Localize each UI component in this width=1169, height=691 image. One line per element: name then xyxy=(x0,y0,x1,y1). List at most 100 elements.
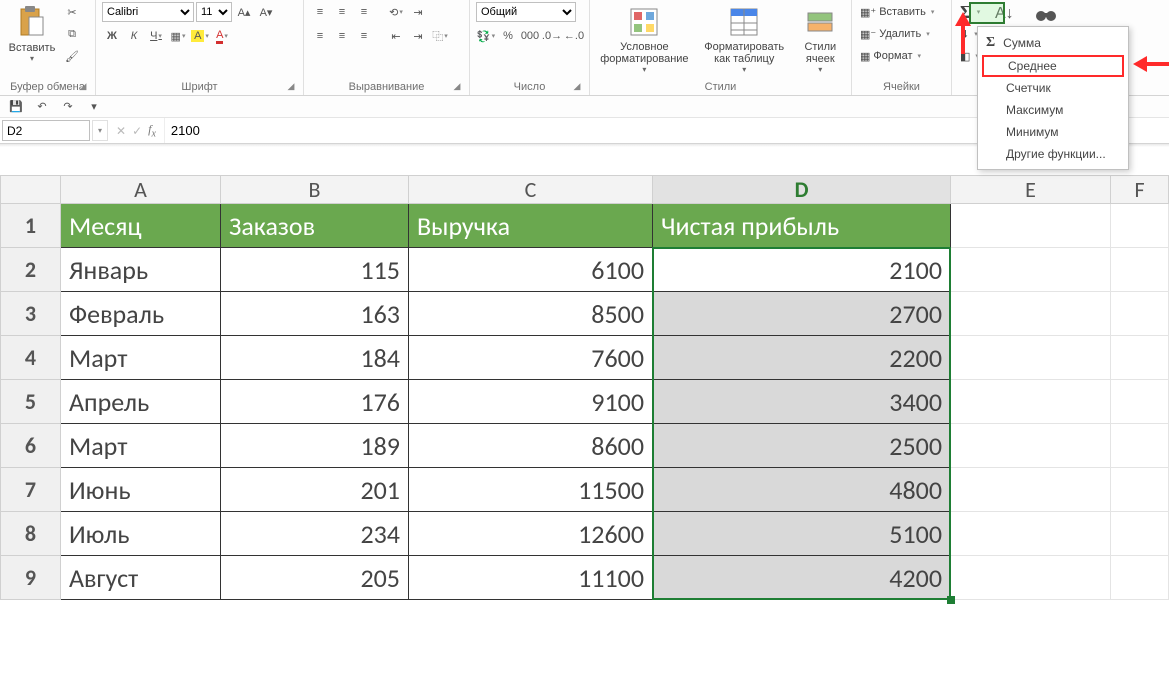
cell-E2[interactable] xyxy=(951,248,1111,292)
cell-B1[interactable]: Заказов xyxy=(221,204,409,248)
col-header-F[interactable]: F xyxy=(1111,176,1169,204)
row-header-4[interactable]: 4 xyxy=(1,336,61,380)
orientation-button[interactable]: ⟲ xyxy=(386,2,406,22)
cell-D9[interactable]: 4200 xyxy=(653,556,951,600)
col-header-C[interactable]: C xyxy=(409,176,653,204)
cell-D6[interactable]: 2500 xyxy=(653,424,951,468)
qat-save-button[interactable]: 💾 xyxy=(6,98,26,116)
cell-A5[interactable]: Апрель xyxy=(61,380,221,424)
cell-C6[interactable]: 8600 xyxy=(409,424,653,468)
row-header-7[interactable]: 7 xyxy=(1,468,61,512)
cell-B4[interactable]: 184 xyxy=(221,336,409,380)
menu-item-average[interactable]: Среднее xyxy=(982,55,1124,77)
cell-B6[interactable]: 189 xyxy=(221,424,409,468)
worksheet-grid[interactable]: A B C D E F 1 Месяц Заказов Выручка Чист… xyxy=(0,175,1169,600)
cut-button[interactable]: ✂ xyxy=(62,2,82,22)
cell-F4[interactable] xyxy=(1111,336,1169,380)
italic-button[interactable]: К xyxy=(124,26,144,46)
col-header-B[interactable]: B xyxy=(221,176,409,204)
row-header-2[interactable]: 2 xyxy=(1,248,61,292)
decrease-font-button[interactable]: A▾ xyxy=(256,2,276,22)
cell-C5[interactable]: 9100 xyxy=(409,380,653,424)
decrease-decimal-button[interactable]: ←.0 xyxy=(564,26,584,46)
cell-D7[interactable]: 4800 xyxy=(653,468,951,512)
sort-filter-button[interactable]: A↓ xyxy=(992,2,1016,26)
cell-A4[interactable]: Март xyxy=(61,336,221,380)
qat-customize-button[interactable]: ▾ xyxy=(84,98,104,116)
cell-A9[interactable]: Август xyxy=(61,556,221,600)
cell-styles-button[interactable]: Стили ячеек▾ xyxy=(796,2,845,74)
cell-E3[interactable] xyxy=(951,292,1111,336)
cell-B8[interactable]: 234 xyxy=(221,512,409,556)
cell-E1[interactable] xyxy=(951,204,1111,248)
row-header-3[interactable]: 3 xyxy=(1,292,61,336)
cell-A3[interactable]: Февраль xyxy=(61,292,221,336)
align-right-button[interactable]: ≡ xyxy=(354,26,374,46)
row-header-5[interactable]: 5 xyxy=(1,380,61,424)
cell-A8[interactable]: Июль xyxy=(61,512,221,556)
number-format-select[interactable]: Общий xyxy=(476,2,576,22)
cell-C1[interactable]: Выручка xyxy=(409,204,653,248)
align-center-button[interactable]: ≡ xyxy=(332,26,352,46)
cell-B9[interactable]: 205 xyxy=(221,556,409,600)
font-launcher[interactable]: ◢ xyxy=(285,81,297,93)
menu-item-sum[interactable]: Σ Сумма xyxy=(978,31,1128,55)
cell-C4[interactable]: 7600 xyxy=(409,336,653,380)
cell-D8[interactable]: 5100 xyxy=(653,512,951,556)
cell-E9[interactable] xyxy=(951,556,1111,600)
cell-F2[interactable] xyxy=(1111,248,1169,292)
bold-button[interactable]: Ж xyxy=(102,26,122,46)
align-middle-button[interactable]: ≡ xyxy=(332,2,352,22)
cell-D2[interactable]: 2100 xyxy=(653,248,951,292)
decrease-indent-button[interactable]: ⇤ xyxy=(386,26,406,46)
wrap-text-button[interactable]: ⇥ xyxy=(408,2,428,22)
border-button[interactable]: ▦ xyxy=(168,26,188,46)
increase-decimal-button[interactable]: .0→ xyxy=(542,26,562,46)
cell-A1[interactable]: Месяц xyxy=(61,204,221,248)
insert-cells-button[interactable]: ▦⁺Вставить▾ xyxy=(858,2,936,22)
cell-D4[interactable]: 2200 xyxy=(653,336,951,380)
cell-E5[interactable] xyxy=(951,380,1111,424)
cell-A6[interactable]: Март xyxy=(61,424,221,468)
format-painter-button[interactable]: 🖌 xyxy=(62,46,82,66)
qat-redo-button[interactable]: ↷ xyxy=(58,98,78,116)
cell-D3[interactable]: 2700 xyxy=(653,292,951,336)
delete-cells-button[interactable]: ▦⁻Удалить▾ xyxy=(858,24,932,44)
menu-item-more-functions[interactable]: Другие функции... xyxy=(978,143,1128,165)
cell-F6[interactable] xyxy=(1111,424,1169,468)
cell-D5[interactable]: 3400 xyxy=(653,380,951,424)
conditional-formatting-button[interactable]: Условное форматирование▾ xyxy=(596,2,693,74)
number-launcher[interactable]: ◢ xyxy=(571,81,583,93)
cell-D1[interactable]: Чистая прибыль xyxy=(653,204,951,248)
font-color-button[interactable]: A xyxy=(212,26,232,46)
select-all-corner[interactable] xyxy=(1,176,61,204)
cell-F1[interactable] xyxy=(1111,204,1169,248)
align-bottom-button[interactable]: ≡ xyxy=(354,2,374,22)
name-box-dropdown[interactable]: ▾ xyxy=(92,120,108,141)
menu-item-min[interactable]: Минимум xyxy=(978,121,1128,143)
cell-C2[interactable]: 6100 xyxy=(409,248,653,292)
underline-button[interactable]: Ч xyxy=(146,26,166,46)
cell-C9[interactable]: 11100 xyxy=(409,556,653,600)
cell-B2[interactable]: 115 xyxy=(221,248,409,292)
cell-B5[interactable]: 176 xyxy=(221,380,409,424)
cell-E7[interactable] xyxy=(951,468,1111,512)
row-header-9[interactable]: 9 xyxy=(1,556,61,600)
fill-color-button[interactable]: A xyxy=(190,26,210,46)
enter-formula-button[interactable]: ✓ xyxy=(132,124,142,138)
menu-item-max[interactable]: Максимум xyxy=(978,99,1128,121)
copy-button[interactable]: ⧉ xyxy=(62,24,82,44)
align-top-button[interactable]: ≡ xyxy=(310,2,330,22)
cell-C7[interactable]: 11500 xyxy=(409,468,653,512)
percent-button[interactable]: % xyxy=(498,26,518,46)
cell-A2[interactable]: Январь xyxy=(61,248,221,292)
row-header-8[interactable]: 8 xyxy=(1,512,61,556)
cell-E6[interactable] xyxy=(951,424,1111,468)
cancel-formula-button[interactable]: ✕ xyxy=(116,124,126,138)
col-header-D[interactable]: D xyxy=(653,176,951,204)
clipboard-launcher[interactable]: ◢ xyxy=(77,81,89,93)
cell-F5[interactable] xyxy=(1111,380,1169,424)
menu-item-count[interactable]: Счетчик xyxy=(978,77,1128,99)
cell-F7[interactable] xyxy=(1111,468,1169,512)
col-header-E[interactable]: E xyxy=(951,176,1111,204)
